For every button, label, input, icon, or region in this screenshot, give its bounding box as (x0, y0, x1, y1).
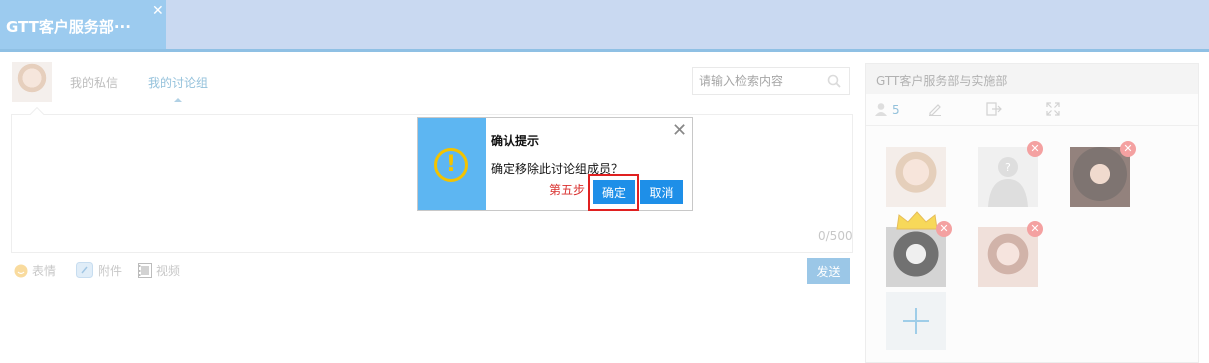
member-count: 5 (892, 103, 900, 117)
nav-discussion-groups[interactable]: 我的讨论组 (148, 74, 208, 91)
emoji-tool[interactable]: 表情 (14, 262, 56, 279)
cancel-button[interactable]: 取消 (640, 180, 683, 204)
expand-icon[interactable] (1046, 102, 1060, 116)
search-box (692, 67, 850, 95)
tab-close-icon[interactable]: ✕ (152, 4, 164, 18)
attachment-label: 附件 (98, 264, 123, 278)
attachment-icon (76, 262, 93, 278)
member-avatar[interactable] (978, 227, 1038, 287)
search-input[interactable] (699, 72, 819, 90)
emoji-icon (14, 264, 28, 278)
warning-icon: ! (434, 148, 468, 182)
search-icon[interactable] (827, 74, 841, 88)
active-nav-caret-icon (174, 98, 182, 102)
remove-member-icon[interactable]: ✕ (1027, 221, 1043, 237)
my-avatar (12, 62, 52, 102)
confirm-button[interactable]: 确定 (593, 180, 635, 204)
nav-private-messages[interactable]: 我的私信 (70, 74, 118, 91)
member-avatar[interactable] (1070, 147, 1130, 207)
default-avatar-icon: ? (988, 157, 1028, 207)
svg-text:?: ? (1005, 161, 1011, 174)
tab-gtt-customer-service[interactable]: GTT客户服务部··· ✕ (0, 0, 166, 49)
step-annotation: 第五步 (549, 183, 586, 197)
attachment-tool[interactable]: 附件 (76, 262, 122, 279)
send-button[interactable]: 发送 (807, 258, 850, 284)
plus-icon (903, 308, 929, 334)
video-tool[interactable]: 视频 (138, 262, 180, 279)
crown-icon (896, 211, 938, 230)
emoji-label: 表情 (32, 264, 57, 278)
group-toolbar: 5 (866, 94, 1198, 126)
group-title: GTT客户服务部与实施部 (866, 64, 1198, 94)
edit-icon[interactable] (928, 102, 942, 116)
exit-group-icon[interactable] (986, 102, 1002, 116)
character-counter: 0/500 (818, 229, 853, 243)
dialog-message: 确定移除此讨论组成员？ (491, 162, 624, 176)
members-icon[interactable] (874, 102, 888, 116)
remove-member-icon[interactable]: ✕ (936, 221, 952, 237)
tab-label: GTT客户服务部··· (6, 18, 131, 36)
add-member-button[interactable] (886, 292, 946, 350)
member-avatar-owner[interactable] (886, 227, 946, 287)
member-avatar-default[interactable]: ? (978, 147, 1038, 207)
dialog-title: 确认提示 (491, 134, 540, 148)
member-avatar[interactable] (886, 147, 946, 207)
remove-member-icon[interactable]: ✕ (1027, 141, 1043, 157)
dialog-close-icon[interactable]: ✕ (672, 122, 687, 140)
warning-icon-glyph: ! (445, 152, 457, 177)
video-label: 视频 (156, 264, 181, 278)
video-icon (138, 263, 152, 278)
top-tab-bar: GTT客户服务部··· ✕ (0, 0, 1209, 52)
remove-member-icon[interactable]: ✕ (1120, 141, 1136, 157)
dialog-side-panel: ! (418, 118, 486, 210)
